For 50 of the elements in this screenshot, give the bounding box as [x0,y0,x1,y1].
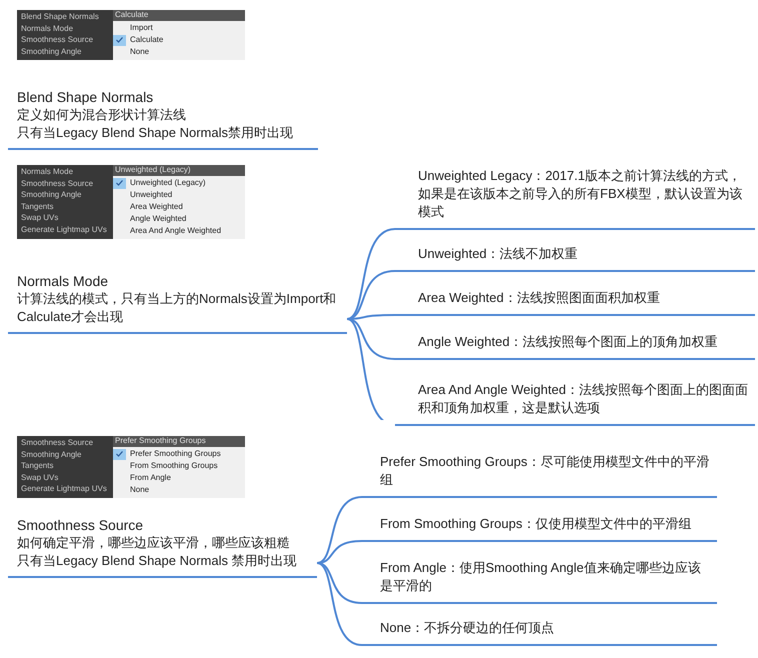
node-description: 定义如何为混合形状计算法线 [17,106,187,124]
menu-option[interactable]: Import [113,22,245,34]
property-label: Smoothness Source [21,438,94,448]
node-title: Smoothness Source [17,516,144,534]
check-icon [116,451,123,457]
branch-text: From Smoothing Groups：仅使用模型文件中的平滑组 [380,515,692,533]
menu-option[interactable]: From Smoothing Groups [113,460,245,472]
property-label: Smoothness Source [21,35,94,46]
node-title: Blend Shape Normals [17,88,154,106]
menu-option[interactable]: From Angle [113,472,245,484]
branch-text: Angle Weighted：法线按照每个图面上的顶角加权重 [418,333,719,351]
menu-option[interactable]: None [113,46,245,58]
property-label: Tangents [21,202,54,212]
property-label: Smoothing Angle [21,190,82,200]
property-label: Swap UVs [21,213,60,224]
property-label: Normals Mode [21,24,74,34]
branch-text: None：不拆分硬边的任何顶点 [380,619,556,637]
menu-option[interactable]: Calculate [113,34,245,46]
node-description: 只有当Legacy Blend Shape Normals禁用时出现 [17,124,294,142]
branch-text: Unweighted：法线不加权重 [418,245,579,263]
property-label: Generate Lightmap UVs [21,484,108,494]
property-label: Generate Lightmap UVs [21,224,108,235]
check-icon [116,37,123,43]
check-icon [116,180,123,186]
menu-option[interactable]: Unweighted (Legacy) [113,178,245,188]
dropdown-value: Unweighted (Legacy) [113,165,245,176]
property-label: Smoothing Angle [21,450,82,460]
dropdown-value: Calculate [113,10,245,20]
menu-option[interactable]: Area Weighted [113,202,245,212]
branch-text: Prefer Smoothing Groups：尽可能使用模型文件中的平滑组 [380,453,710,489]
property-label: Smoothness Source [21,178,94,189]
branch-text: From Angle：使用Smoothing Angle值来确定哪些边应该是平滑的 [380,559,702,595]
property-label: Blend Shape Normals [21,12,100,22]
property-label: Normals Mode [21,167,74,178]
node-description: 如何确定平滑，哪些边应该平滑，哪些应该粗糙 [17,534,291,552]
dropdown-value: Prefer Smoothing Groups [113,436,245,446]
property-label: Swap UVs [21,472,60,483]
node-title: Normals Mode [17,272,110,290]
menu-option[interactable]: Area And Angle Weighted [113,226,245,236]
menu-option[interactable]: None [113,484,245,496]
branch-text: Area Weighted：法线按照图面面积加权重 [418,289,661,307]
branch-text: Unweighted Legacy：2017.1版本之前计算法线的方式，如果是在该版本之前导入的所有FBX模型，默认设置为该模式 [418,167,744,221]
node-description: 只有当Legacy Blend Shape Normals 禁用时出现 [17,552,298,570]
menu-option[interactable]: Prefer Smoothing Groups [113,448,245,460]
property-label: Smoothing Angle [21,46,82,57]
menu-option[interactable]: Unweighted [113,190,245,200]
menu-option[interactable]: Angle Weighted [113,214,245,224]
node-description: 计算法线的模式，只有当上方的Normals设置为Import和Calculate才会出现 [17,290,338,326]
property-label: Tangents [21,461,54,472]
branch-text: Area And Angle Weighted：法线按照每个图面上的图面面积和顶角加权重，这是默认选项 [418,381,749,417]
